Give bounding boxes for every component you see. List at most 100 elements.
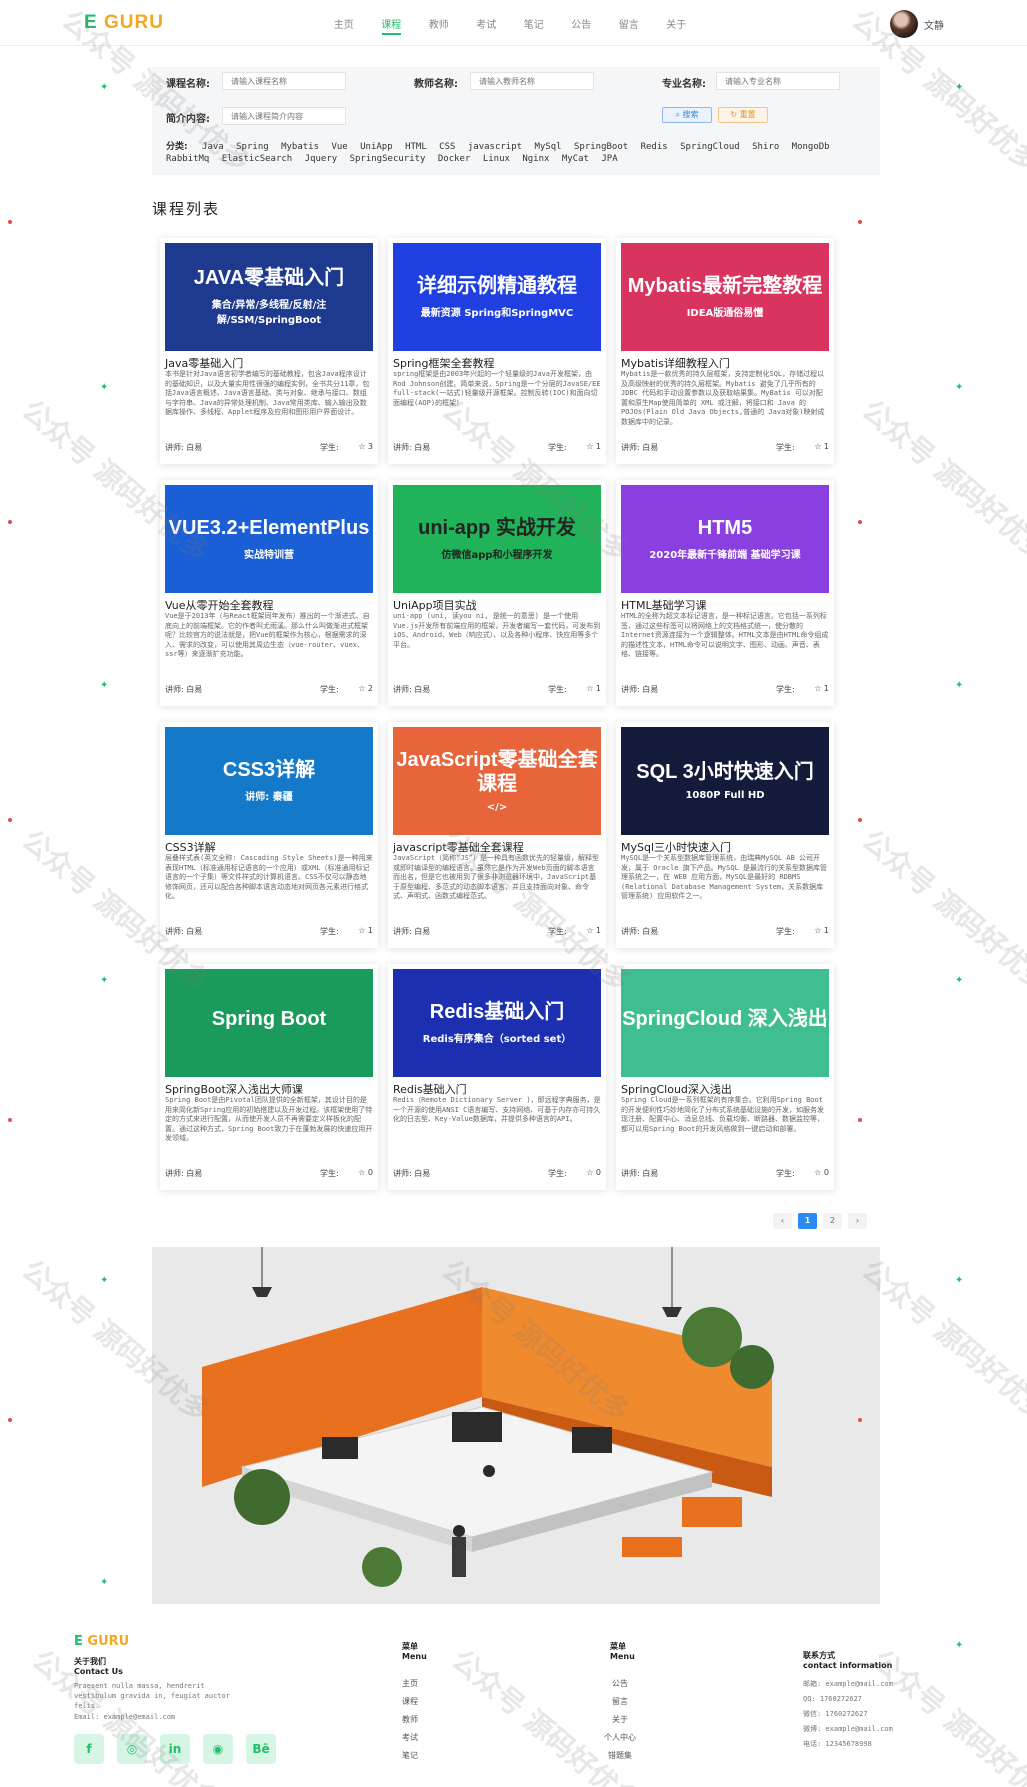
category-item[interactable]: Java <box>202 142 224 152</box>
course-thumbnail[interactable]: JAVA零基础入门 集合/异常/多线程/反射/注解/SSM/SpringBoot <box>165 243 373 351</box>
course-stars[interactable]: ☆ 1 <box>814 684 829 693</box>
course-card[interactable]: JavaScript零基础全套课程 </> javascript零基础全套课程 Jav… <box>388 722 606 948</box>
nav-home[interactable]: 主页 <box>320 16 368 31</box>
category-item[interactable]: javascript <box>468 142 522 152</box>
footer-link-teachers[interactable]: 教师 <box>402 1711 427 1729</box>
course-stars[interactable]: ☆ 1 <box>358 926 373 935</box>
category-item[interactable]: Nginx <box>522 154 549 164</box>
course-title[interactable]: Vue从零开始全套教程 <box>165 597 274 613</box>
category-item[interactable]: Mybatis <box>281 142 319 152</box>
footer-link-mistakes[interactable]: 错题集 <box>602 1747 638 1765</box>
course-thumbnail[interactable]: Spring Boot <box>165 969 373 1077</box>
category-item[interactable]: MongoDb <box>792 142 830 152</box>
course-card[interactable]: Mybatis最新完整教程 IDEA版通俗易懂 Mybatis详细教程入门 Mybat… <box>616 238 834 464</box>
footer-link-messages[interactable]: 留言 <box>602 1693 638 1711</box>
course-thumbnail[interactable]: uni-app 实战开发 仿微信app和小程序开发 <box>393 485 601 593</box>
course-stars[interactable]: ☆ 2 <box>358 684 373 693</box>
course-title[interactable]: Mybatis详细教程入门 <box>621 355 730 371</box>
category-item[interactable]: MyCat <box>562 154 589 164</box>
course-card[interactable]: Redis基础入门 Redis有序集合（sorted set） Redis基础入门 R… <box>388 964 606 1190</box>
category-item[interactable]: RabbitMq <box>166 154 209 164</box>
category-item[interactable]: CSS <box>439 142 455 152</box>
category-item[interactable]: MySql <box>534 142 561 152</box>
avatar[interactable] <box>890 10 918 38</box>
dribbble-icon[interactable]: ◎ <box>117 1734 147 1764</box>
footer-link-about[interactable]: 关于 <box>602 1711 638 1729</box>
category-item[interactable]: Spring <box>236 142 269 152</box>
course-card[interactable]: SpringCloud 深入浅出 SpringCloud深入浅出 Spring Cl… <box>616 964 834 1190</box>
course-title[interactable]: Spring框架全套教程 <box>393 355 495 371</box>
footer-link-exams[interactable]: 考试 <box>402 1729 427 1747</box>
category-item[interactable]: Redis <box>641 142 668 152</box>
course-stars[interactable]: ☆ 1 <box>814 926 829 935</box>
course-stars[interactable]: ☆ 1 <box>586 442 601 451</box>
facebook-icon[interactable]: f <box>74 1734 104 1764</box>
course-thumbnail[interactable]: Mybatis最新完整教程 IDEA版通俗易懂 <box>621 243 829 351</box>
course-card[interactable]: VUE3.2+ElementPlus 实战特训营 Vue从零开始全套教程 Vue是于2… <box>160 480 378 706</box>
course-card[interactable]: Spring Boot SpringBoot深入浅出大师课 Spring Boot是… <box>160 964 378 1190</box>
course-thumbnail[interactable]: SpringCloud 深入浅出 <box>621 969 829 1077</box>
nav-messages[interactable]: 留言 <box>605 16 653 31</box>
course-stars[interactable]: ☆ 0 <box>814 1168 829 1177</box>
category-item[interactable]: SpringSecurity <box>350 154 426 164</box>
course-thumbnail[interactable]: JavaScript零基础全套课程 </> <box>393 727 601 835</box>
category-item[interactable]: ElasticSearch <box>222 154 292 164</box>
category-item[interactable]: Docker <box>438 154 471 164</box>
course-stars[interactable]: ☆ 1 <box>814 442 829 451</box>
next-page-button[interactable]: › <box>848 1213 867 1229</box>
teacher-name-input[interactable] <box>470 72 594 90</box>
prev-page-button[interactable]: ‹ <box>773 1213 792 1229</box>
course-card[interactable]: HTM5 2020年最新千锋前端 基础学习课 HTML基础学习课 HTML的全称为超文… <box>616 480 834 706</box>
site-logo[interactable]: E GURU <box>84 12 164 34</box>
course-thumbnail[interactable]: VUE3.2+ElementPlus 实战特训营 <box>165 485 373 593</box>
course-title[interactable]: Redis基础入门 <box>393 1081 467 1097</box>
course-title[interactable]: Java零基础入门 <box>165 355 243 371</box>
course-title[interactable]: SpringBoot深入浅出大师课 <box>165 1081 303 1097</box>
category-item[interactable]: SpringBoot <box>574 142 628 152</box>
nav-notes[interactable]: 笔记 <box>510 16 558 31</box>
intro-input[interactable] <box>222 107 346 125</box>
course-title[interactable]: javascript零基础全套课程 <box>393 839 524 855</box>
course-card[interactable]: JAVA零基础入门 集合/异常/多线程/反射/注解/SSM/SpringBoot J… <box>160 238 378 464</box>
course-thumbnail[interactable]: Redis基础入门 Redis有序集合（sorted set） <box>393 969 601 1077</box>
behance-icon[interactable]: Bē <box>246 1734 276 1764</box>
reset-button[interactable]: ↻ 重置 <box>718 107 768 123</box>
linkedin-icon[interactable]: in <box>160 1734 190 1764</box>
footer-link-home[interactable]: 主页 <box>402 1675 427 1693</box>
course-thumbnail[interactable]: 详细示例精通教程 最新资源 Spring和SpringMVC <box>393 243 601 351</box>
nav-about[interactable]: 关于 <box>653 16 701 31</box>
nav-exams[interactable]: 考试 <box>463 16 511 31</box>
footer-logo[interactable]: E GURU <box>74 1634 129 1649</box>
footer-link-profile[interactable]: 个人中心 <box>602 1729 638 1747</box>
course-title[interactable]: SpringCloud深入浅出 <box>621 1081 732 1097</box>
footer-link-courses[interactable]: 课程 <box>402 1693 427 1711</box>
page-button[interactable]: 2 <box>823 1213 842 1229</box>
course-stars[interactable]: ☆ 0 <box>586 1168 601 1177</box>
footer-link-announcements[interactable]: 公告 <box>602 1675 638 1693</box>
course-thumbnail[interactable]: SQL 3小时快速入门 1080P Full HD <box>621 727 829 835</box>
category-item[interactable]: Shiro <box>752 142 779 152</box>
category-item[interactable]: Vue <box>331 142 347 152</box>
course-card[interactable]: 详细示例精通教程 最新资源 Spring和SpringMVC Spring框架全套教… <box>388 238 606 464</box>
course-title[interactable]: MySql三小时快速入门 <box>621 839 731 855</box>
user-name[interactable]: 文静 <box>924 17 944 32</box>
footer-link-notes[interactable]: 笔记 <box>402 1747 427 1765</box>
course-card[interactable]: uni-app 实战开发 仿微信app和小程序开发 UniApp项目实战 uni-ap… <box>388 480 606 706</box>
nav-announcements[interactable]: 公告 <box>558 16 606 31</box>
course-thumbnail[interactable]: CSS3详解 讲师: 秦疆 <box>165 727 373 835</box>
course-stars[interactable]: ☆ 3 <box>358 442 373 451</box>
course-stars[interactable]: ☆ 0 <box>358 1168 373 1177</box>
course-stars[interactable]: ☆ 1 <box>586 684 601 693</box>
course-title[interactable]: CSS3详解 <box>165 839 216 855</box>
nav-courses[interactable]: 课程 <box>368 16 416 35</box>
course-title[interactable]: UniApp项目实战 <box>393 597 477 613</box>
category-item[interactable]: JPA <box>601 154 617 164</box>
course-stars[interactable]: ☆ 1 <box>586 926 601 935</box>
category-item[interactable]: Jquery <box>305 154 338 164</box>
category-item[interactable]: UniApp <box>360 142 393 152</box>
nav-teachers[interactable]: 教师 <box>415 16 463 31</box>
page-button[interactable]: 1 <box>798 1213 817 1229</box>
search-button[interactable]: ⌕ 搜索 <box>662 107 712 123</box>
course-card[interactable]: CSS3详解 讲师: 秦疆 CSS3详解 层叠样式表(英文全称: Cascading … <box>160 722 378 948</box>
category-item[interactable]: SpringCloud <box>680 142 740 152</box>
